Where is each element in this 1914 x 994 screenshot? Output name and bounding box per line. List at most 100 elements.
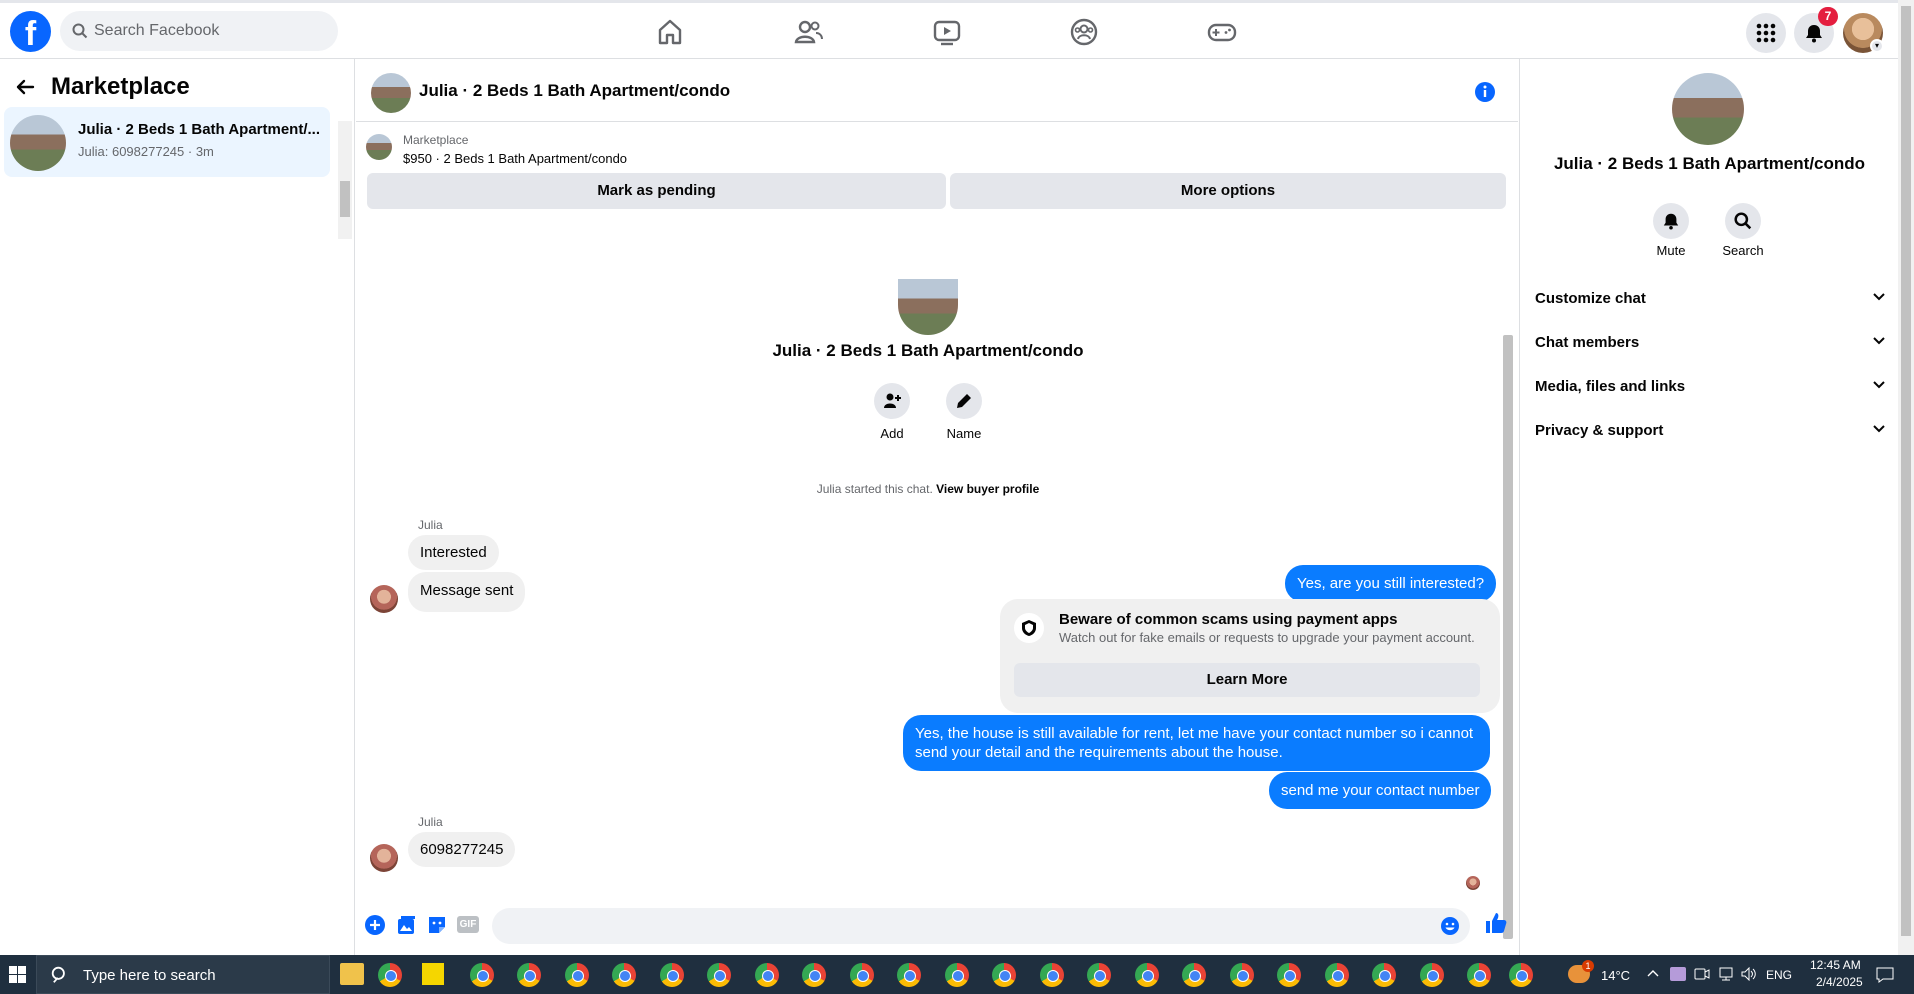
chrome-profile-icon[interactable] [1325, 963, 1349, 987]
search-icon [72, 23, 88, 39]
chat-panel: Julia · 2 Beds 1 Bath Apartment/condo Ma… [356, 59, 1518, 955]
outgoing-message-2[interactable]: Yes, the house is still available for re… [903, 715, 1490, 771]
view-buyer-profile-link[interactable]: View buyer profile [936, 482, 1039, 496]
bell-icon [1663, 213, 1679, 230]
chrome-profile-icon[interactable] [565, 963, 589, 987]
chrome-profile-icon[interactable] [992, 963, 1016, 987]
search-conversation-button[interactable] [1725, 203, 1761, 239]
chrome-profile-icon[interactable] [470, 963, 494, 987]
scrollbar-thumb[interactable] [340, 181, 350, 217]
chat-members-section[interactable]: Chat members [1535, 328, 1885, 358]
chrome-profile-icon[interactable] [1182, 963, 1206, 987]
chrome-profile-icon[interactable] [517, 963, 541, 987]
chrome-profile-icon[interactable] [1420, 963, 1444, 987]
scrollbar-thumb[interactable] [1503, 335, 1513, 939]
chevron-down-icon [1873, 337, 1885, 345]
like-thumb-icon[interactable] [1484, 911, 1508, 935]
chrome-icon[interactable] [378, 963, 402, 987]
message-input-field[interactable] [492, 908, 1470, 944]
scrollbar-thumb[interactable] [1901, 6, 1911, 936]
search-box[interactable] [60, 11, 338, 51]
sidebar-scrollbar[interactable] [338, 121, 352, 239]
listing-thumbnail[interactable] [371, 73, 411, 113]
message-thread: Julia · 2 Beds 1 Bath Apartment/condo Ad… [356, 279, 1500, 955]
chat-title[interactable]: Julia · 2 Beds 1 Bath Apartment/condo [419, 81, 730, 101]
chrome-profile-icon[interactable] [1277, 963, 1301, 987]
watch-icon[interactable] [932, 17, 962, 47]
add-label: Add [880, 426, 904, 441]
clock-time[interactable]: 12:45 AM [1810, 958, 1861, 972]
sticker-icon[interactable] [426, 914, 448, 936]
sticky-notes-icon[interactable] [422, 963, 444, 985]
mark-as-pending-button[interactable]: Mark as pending [367, 173, 946, 209]
media-files-links-section[interactable]: Media, files and links [1535, 372, 1885, 402]
customize-chat-section[interactable]: Customize chat [1535, 284, 1885, 314]
name-label: Name [946, 426, 982, 441]
outgoing-message-1[interactable]: Yes, are you still interested? [1285, 565, 1497, 602]
windows-start-icon[interactable] [9, 966, 26, 983]
mute-button[interactable] [1653, 203, 1689, 239]
back-arrow-icon[interactable] [15, 77, 35, 97]
chat-scrollbar[interactable] [1500, 279, 1516, 955]
privacy-support-section[interactable]: Privacy & support [1535, 416, 1885, 446]
facebook-logo[interactable]: f [10, 11, 51, 52]
listing-small-thumbnail[interactable] [366, 134, 392, 160]
message-interested[interactable]: Interested [408, 535, 499, 570]
sender-avatar-2[interactable] [370, 844, 398, 872]
chrome-profile-icon[interactable] [897, 963, 921, 987]
page-scrollbar[interactable] [1898, 0, 1914, 955]
friends-icon[interactable] [794, 17, 824, 47]
chrome-profile-icon[interactable] [1509, 963, 1533, 987]
chrome-profile-icon[interactable] [1467, 963, 1491, 987]
add-people-button[interactable] [874, 383, 910, 419]
chrome-profile-icon[interactable] [1135, 963, 1159, 987]
pen-tray-icon[interactable] [1670, 967, 1686, 981]
gaming-icon[interactable] [1207, 17, 1237, 47]
section-label: Customize chat [1535, 290, 1646, 307]
chrome-profile-icon[interactable] [945, 963, 969, 987]
language-indicator[interactable]: ENG [1766, 968, 1792, 982]
temperature[interactable]: 14°C [1601, 968, 1630, 983]
clock-date[interactable]: 2/4/2025 [1816, 975, 1863, 989]
message-phone-number[interactable]: 6098277245 [408, 832, 516, 867]
chrome-profile-icon[interactable] [660, 963, 684, 987]
emoji-icon[interactable] [1440, 916, 1460, 936]
thread-title: Julia · 2 Beds 1 Bath Apartment/condo [772, 341, 1084, 360]
file-explorer-icon[interactable] [340, 963, 364, 985]
listing-profile-image-large[interactable] [1672, 73, 1744, 145]
message-sent-bubble[interactable]: Message sent [408, 572, 526, 612]
search-input[interactable] [94, 11, 324, 51]
groups-icon[interactable] [1069, 17, 1099, 47]
plus-icon[interactable] [364, 914, 386, 936]
learn-more-button[interactable]: Learn More [1014, 663, 1480, 697]
listing-label: Marketplace [403, 133, 469, 147]
listing-price[interactable]: $950 · 2 Beds 1 Bath Apartment/condo [403, 151, 627, 166]
meet-icon[interactable] [1694, 967, 1710, 981]
volume-icon[interactable] [1741, 967, 1757, 981]
chrome-profile-icon[interactable] [1040, 963, 1064, 987]
taskbar-search[interactable]: Type here to search [36, 955, 330, 994]
sender-avatar[interactable] [370, 585, 398, 613]
more-options-button[interactable]: More options [950, 173, 1506, 209]
menu-button[interactable] [1746, 13, 1786, 53]
message-input[interactable] [506, 908, 1406, 944]
network-icon[interactable] [1718, 967, 1734, 981]
chrome-profile-icon[interactable] [755, 963, 779, 987]
chrome-profile-icon[interactable] [1230, 963, 1254, 987]
edit-name-button[interactable] [946, 383, 982, 419]
chrome-profile-icon[interactable] [1372, 963, 1396, 987]
chevron-up-icon[interactable] [1647, 969, 1659, 977]
chrome-profile-icon[interactable] [1087, 963, 1111, 987]
chrome-profile-icon[interactable] [850, 963, 874, 987]
notification-center-icon[interactable] [1876, 967, 1894, 983]
outgoing-message-3[interactable]: send me your contact number [1269, 772, 1492, 809]
conversation-item[interactable]: Julia · 2 Beds 1 Bath Apartment/... Juli… [4, 107, 330, 177]
info-icon[interactable] [1474, 81, 1496, 103]
home-icon[interactable] [655, 17, 685, 47]
chrome-profile-icon[interactable] [802, 963, 826, 987]
photo-icon[interactable] [395, 914, 417, 936]
chrome-profile-icon[interactable] [612, 963, 636, 987]
chrome-profile-icon[interactable] [707, 963, 731, 987]
gif-button[interactable]: GIF [457, 916, 479, 933]
account-chevron-icon[interactable]: ▾ [1870, 39, 1884, 53]
